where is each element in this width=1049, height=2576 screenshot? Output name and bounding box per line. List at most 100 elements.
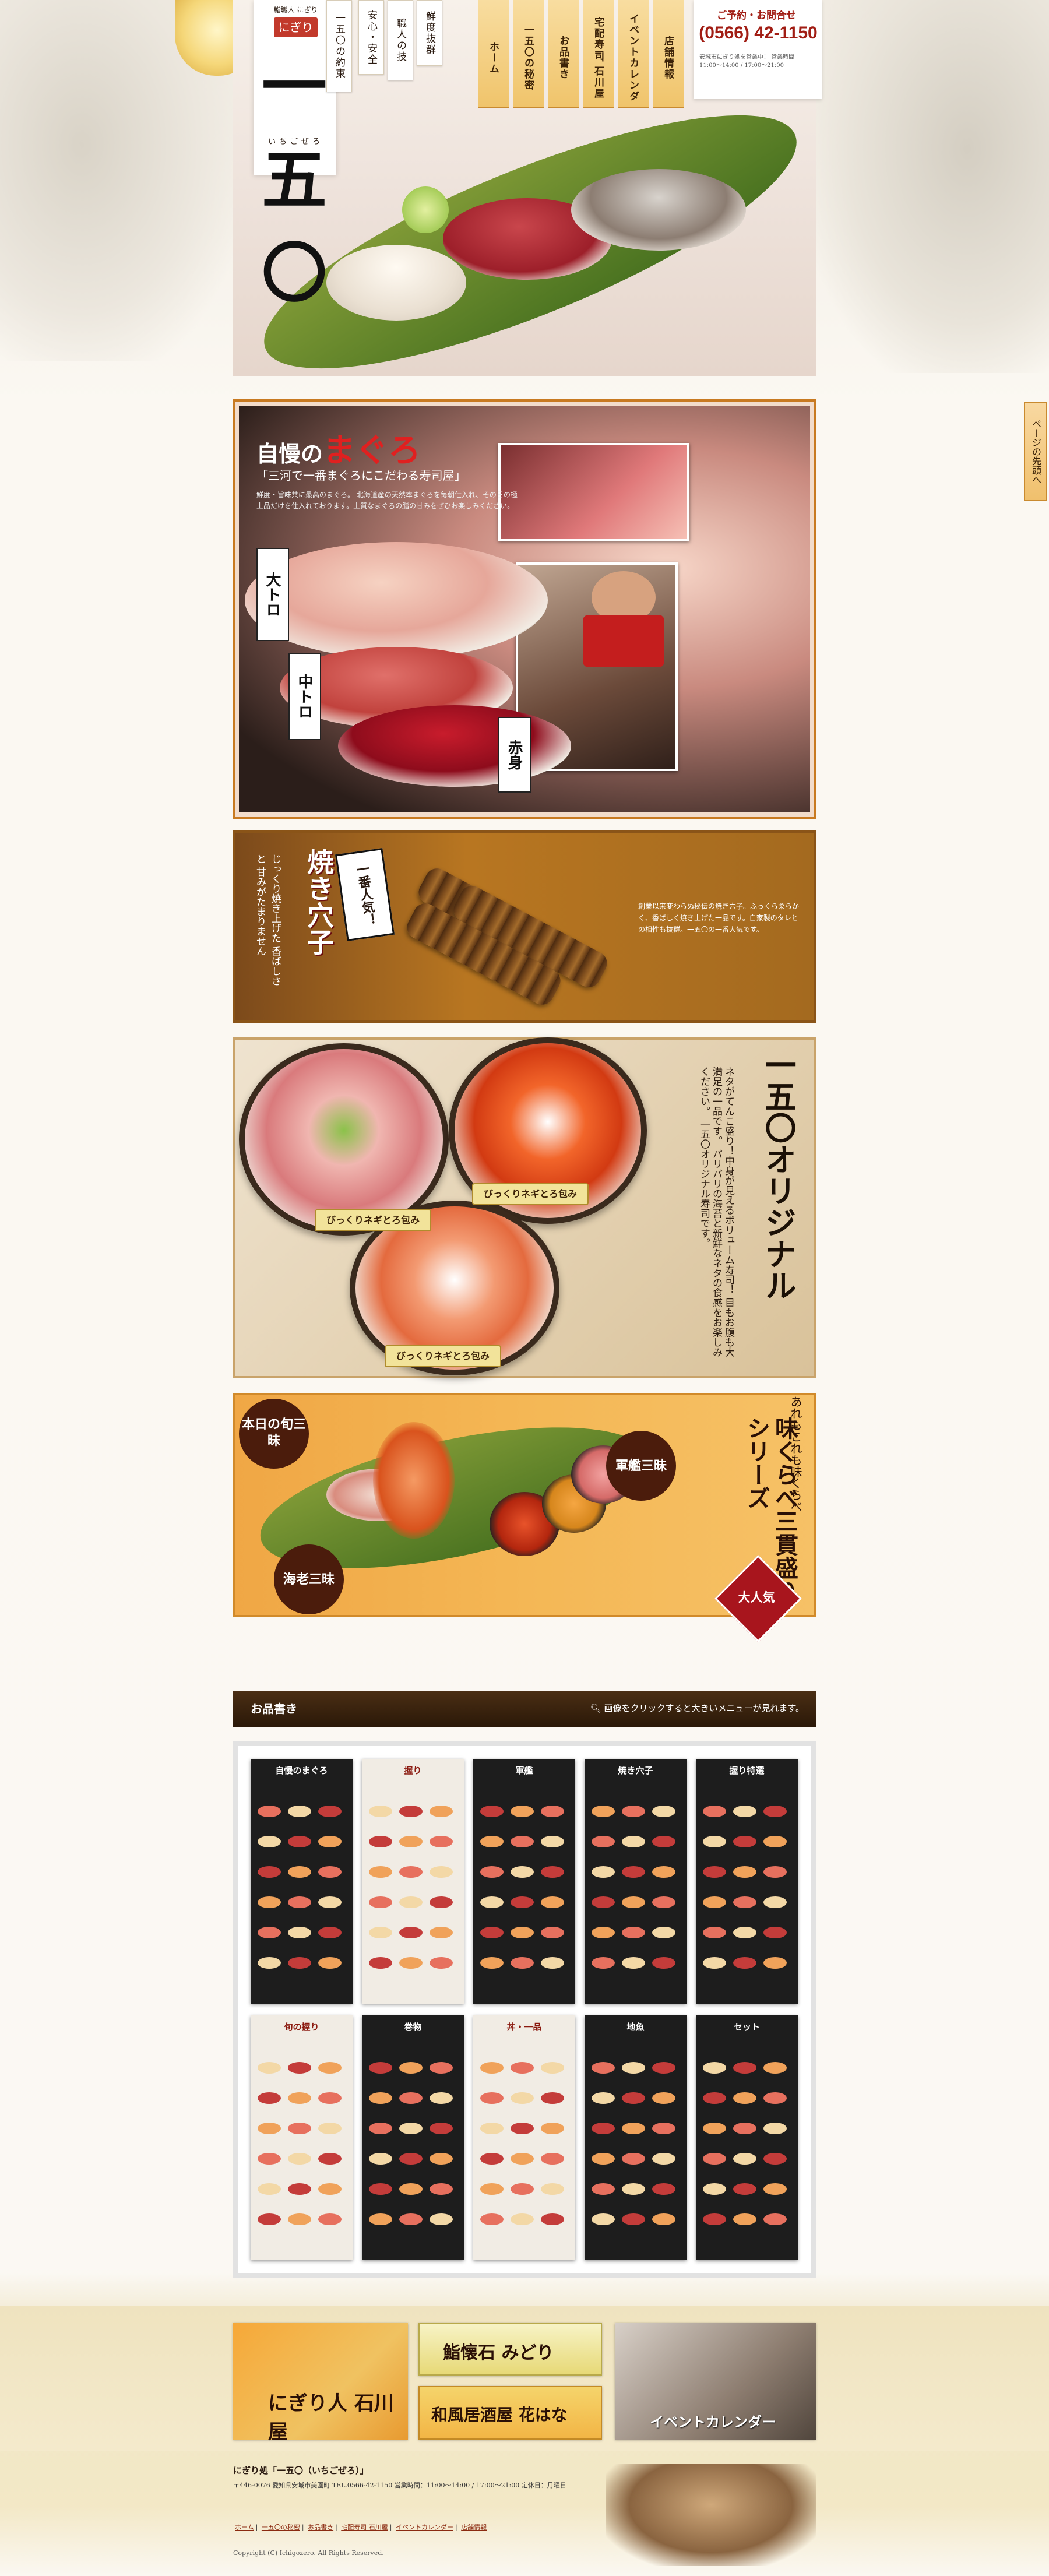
menu-thumbnail[interactable]: 丼・一品 [473,2015,575,2260]
menu-dish-image [703,1957,726,1969]
banner-ishikawaya[interactable]: にぎり人 石川屋 [233,2323,408,2444]
menu-dish-image [733,2213,756,2225]
menu-dish-image [733,2153,756,2165]
menu-thumbnail[interactable]: 巻物 [362,2015,464,2260]
menu-dish-image [480,2062,504,2074]
menu-dish-image [480,1866,504,1878]
menu-dish-image [399,2092,423,2104]
menu-dish-image [480,2183,504,2195]
menu-dish-image [430,1957,453,1969]
menu-dish-image [480,1957,504,1969]
menu-thumbnail[interactable]: 握り特選 [696,1759,798,2004]
menu-dish-image [652,1896,675,1908]
footer-link-delivery[interactable]: 宅配寿司 石川屋 [341,2524,388,2531]
menu-dish-image [480,2153,504,2165]
akami-image [338,705,571,787]
menu-dish-image [592,2062,615,2074]
menu-dish-image [733,1896,756,1908]
menu-dish-image [652,1836,675,1847]
menu-dish-image [763,1896,787,1908]
menu-dish-image [288,2092,311,2104]
menu-dish-image [511,1896,534,1908]
nav-secret[interactable]: 一五〇の秘密 [513,0,544,108]
nav-event-calendar[interactable]: イベントカレンダー [596,0,649,108]
menu-dish-image [511,1836,534,1847]
menu-dish-image [399,2213,423,2225]
menu-dish-image [288,2213,311,2225]
menu-dish-image [318,1836,342,1847]
nav-home[interactable]: ホーム [478,0,509,108]
menu-dish-image [763,2153,787,2165]
banner-event-calendar[interactable]: イベントカレンダー [615,2323,816,2440]
menu-thumbnail[interactable]: 地魚 [585,2015,687,2260]
menu-dish-image [763,2123,787,2134]
anago-title: 焼き穴子 [303,848,335,955]
menu-dish-image [480,1927,504,1938]
menu-dish-image [733,1836,756,1847]
footer-store-photo [606,2464,816,2566]
menu-dish-image [288,1896,311,1908]
contact-phone[interactable]: (0566) 42-1150 [697,23,819,47]
menu-thumbnail[interactable]: 自慢のまぐろ [251,1759,353,2004]
menu-dish-image [511,2092,534,2104]
menu-dish-image [541,2183,564,2195]
menu-dish-image [541,2092,564,2104]
footer-link-secret[interactable]: 一五〇の秘密 [262,2524,300,2531]
menu-dish-image [511,1927,534,1938]
menu-dish-image [258,1836,281,1847]
menu-dish-image [622,2062,645,2074]
banner-midori[interactable]: 鮨懐石 みどり [418,2323,602,2376]
menu-dish-image [399,2062,423,2074]
menu-thumbnail[interactable]: セット [696,2015,798,2260]
menu-dish-image [399,2153,423,2165]
page-top-button[interactable]: ページの先頭へ [1024,402,1047,501]
menu-thumbnail[interactable]: 焼き穴子 [585,1759,687,2004]
banner-hana[interactable]: 和風居酒屋 花はな [418,2386,602,2440]
menu-dish-image [369,2153,392,2165]
nav-menu[interactable]: お品書き [548,0,579,108]
footer-link-event[interactable]: イベントカレンダー [396,2524,453,2531]
menu-dish-image [369,2062,392,2074]
menu-dish-image [369,1806,392,1817]
menu-dish-image [369,1957,392,1969]
menu-dish-image [763,1806,787,1817]
menu-dish-image [592,2153,615,2165]
menu-dish-image [703,2092,726,2104]
menu-dish-image [430,1866,453,1878]
anago-description: 創業以来変わらぬ秘伝の焼き穴子。ふっくら柔らかく、香ばしく焼き上げた一品です。自… [638,902,800,934]
menu-dish-image [652,2092,675,2104]
menu-dish-image [733,2062,756,2074]
contact-label: ご予約・お問合せ [717,10,796,22]
menu-dish-image [733,2092,756,2104]
menu-dish-image [763,2092,787,2104]
menu-dish-image [430,1927,453,1938]
logo-tag: にぎり処 [274,17,318,54]
menu-dish-image [652,2183,675,2195]
menu-thumbnail[interactable]: 旬の握り [251,2015,353,2260]
footer-link-menu[interactable]: お品書き [308,2524,333,2531]
menu-dish-image [258,2153,281,2165]
menu-dish-image [369,2183,392,2195]
menu-dish-image [622,1957,645,1969]
menu-dish-image [541,2062,564,2074]
menu-dish-image [703,2062,726,2074]
menu-dish-image [592,1957,615,1969]
otoro-image [245,542,548,659]
footer-link-store[interactable]: 店舗情報 [461,2524,487,2531]
menu-dish-image [652,1927,675,1938]
circle-label-gunkan: 軍艦三昧 [606,1431,676,1501]
anago-image [396,848,618,1009]
menu-dish-image [763,1866,787,1878]
hero-sushi-image [238,67,823,417]
menu-thumbnail[interactable]: 握り [362,1759,464,2004]
menu-dish-image [258,2123,281,2134]
menu-thumbnail[interactable]: 軍艦 [473,1759,575,2004]
menu-dish-image [733,1927,756,1938]
popular-badge-label: 大人気 [738,1590,775,1604]
nav-store-info[interactable]: 店舗情報 [653,0,684,108]
menu-dish-image [592,2213,615,2225]
menu-dish-image [622,1927,645,1938]
menu-dish-image [541,1806,564,1817]
footer-link-home[interactable]: ホーム [235,2524,254,2531]
menu-dish-image [652,1806,675,1817]
